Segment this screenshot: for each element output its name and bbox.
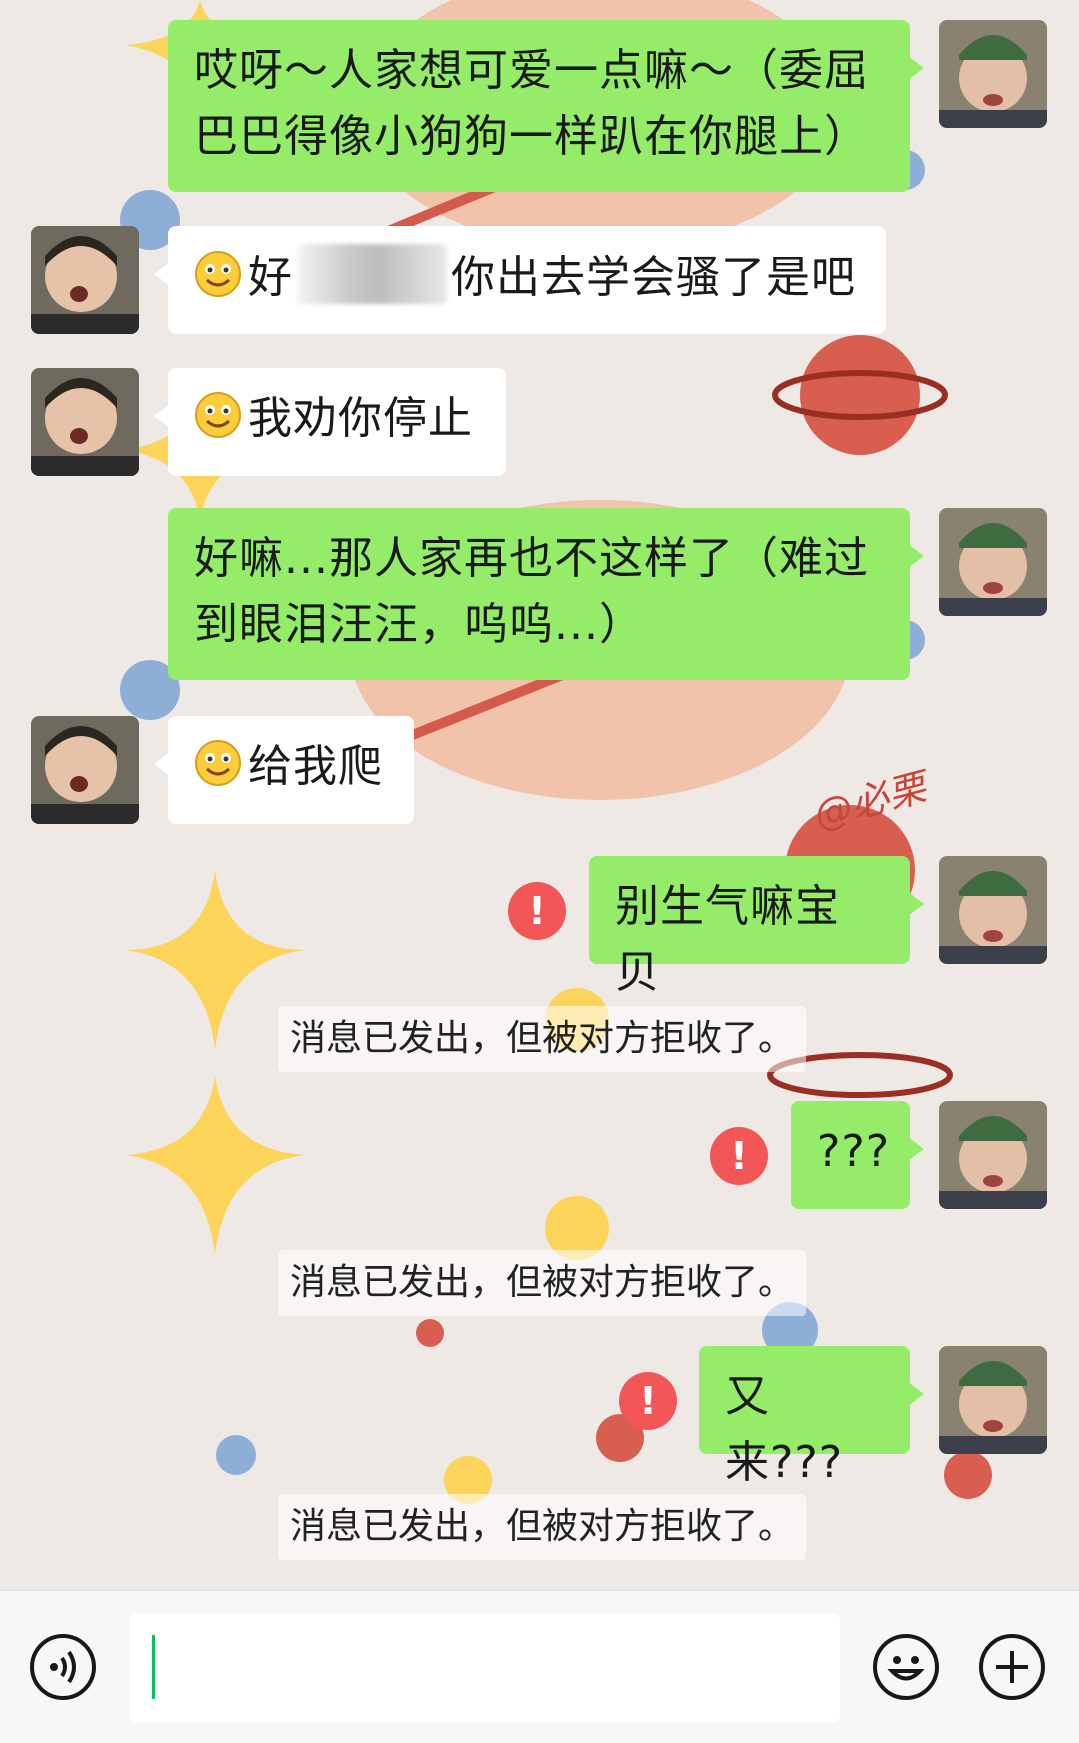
message-bubble-outgoing[interactable]: 别生气嘛宝贝 [589, 856, 924, 998]
my-avatar[interactable] [939, 856, 1047, 964]
message-bubble-outgoing[interactable]: 又来??? [699, 1346, 924, 1488]
message-text-after: 你出去学会骚了是吧 [451, 252, 856, 303]
send-failed-icon[interactable]: ! [508, 882, 566, 940]
message-bubble-outgoing[interactable]: 哎呀～人家想可爱一点嘛～（委屈巴巴得像小狗狗一样趴在你腿上） [168, 20, 924, 192]
message-text: 给我爬 [248, 741, 383, 792]
smile-emoji-icon [195, 251, 241, 297]
message-text: ??? [817, 1126, 891, 1177]
contact-avatar[interactable] [31, 368, 139, 476]
smile-emoji-icon [195, 392, 241, 438]
system-notice: 消息已发出，但被对方拒收了。 [278, 1250, 807, 1316]
message-bubble-incoming[interactable]: 我劝你停止 [154, 368, 506, 476]
my-avatar[interactable] [939, 508, 1047, 616]
system-notice: 消息已发出，但被对方拒收了。 [278, 1006, 807, 1072]
send-failed-icon[interactable]: ! [710, 1127, 768, 1185]
contact-avatar[interactable] [31, 716, 139, 824]
message-input[interactable] [130, 1613, 840, 1723]
message-bubble-incoming[interactable]: 好 你出去学会骚了是吧 [154, 226, 886, 334]
emoji-icon [887, 1656, 925, 1681]
message-text: 又来??? [725, 1371, 844, 1488]
send-failed-icon[interactable]: ! [619, 1372, 677, 1430]
my-avatar[interactable] [939, 20, 1047, 128]
redacted-mosaic [297, 244, 447, 304]
smile-emoji-icon [195, 740, 241, 786]
plus-icon [996, 1651, 1028, 1683]
chat-input-bar [0, 1590, 1079, 1743]
message-text: 哎呀～人家想可爱一点嘛～（委屈巴巴得像小狗狗一样趴在你腿上） [194, 45, 869, 162]
system-notice: 消息已发出，但被对方拒收了。 [278, 1494, 807, 1560]
message-text-before: 好 [248, 252, 293, 303]
my-avatar[interactable] [939, 1101, 1047, 1209]
voice-icon [50, 1650, 76, 1684]
my-avatar[interactable] [939, 1346, 1047, 1454]
contact-avatar[interactable] [31, 226, 139, 334]
message-bubble-incoming[interactable]: 给我爬 [154, 716, 414, 824]
message-text: 好嘛...那人家再也不这样了（难过到眼泪汪汪，呜呜...） [194, 533, 869, 650]
emoji-button[interactable] [873, 1634, 939, 1700]
text-caret [152, 1635, 155, 1699]
message-text: 我劝你停止 [248, 393, 473, 444]
more-button[interactable] [979, 1634, 1045, 1700]
voice-button[interactable] [30, 1634, 96, 1700]
message-bubble-outgoing[interactable]: ??? [791, 1101, 924, 1209]
message-bubble-outgoing[interactable]: 好嘛...那人家再也不这样了（难过到眼泪汪汪，呜呜...） [168, 508, 924, 680]
